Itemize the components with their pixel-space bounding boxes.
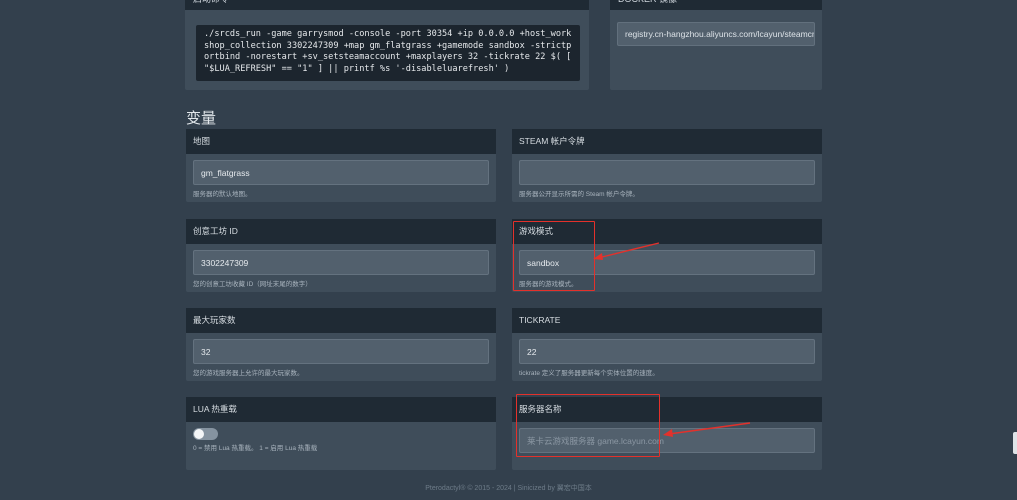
lua-refresh-description: 0 = 禁用 Lua 热重载。 1 = 启用 Lua 热重载 [193, 445, 318, 452]
variable-card-workshop-id: 创意工坊 ID 您的创意工坊收藏 ID（网址末尾的数字） [186, 219, 496, 292]
scrollbar-handle[interactable] [1013, 432, 1017, 454]
workshop-id-input[interactable] [193, 250, 489, 275]
variables-title: 变量 [186, 110, 217, 127]
variable-card-lua-refresh: LUA 热重载 0 = 禁用 Lua 热重载。 1 = 启用 Lua 热重载 [186, 397, 496, 470]
steam-token-description: 服务器公开显示所需的 Steam 帐户令牌。 [519, 191, 639, 198]
lua-refresh-toggle[interactable] [193, 428, 218, 440]
steam-token-label: STEAM 帐户令牌 [512, 129, 822, 154]
max-players-input[interactable] [193, 339, 489, 364]
lua-refresh-label: LUA 热重载 [186, 397, 496, 422]
docker-image-label: DOCKER 镜像 [610, 0, 822, 10]
variable-card-tickrate: TICKRATE tickrate 定义了服务器更新每个实体位置的速度。 [512, 308, 822, 381]
server-name-arrow-icon [663, 422, 751, 437]
max-players-description: 您的游戏服务器上允许的最大玩家数。 [193, 370, 304, 377]
gamemode-description: 服务器的游戏模式。 [519, 281, 578, 288]
variable-card-steam-token: STEAM 帐户令牌 服务器公开显示所需的 Steam 帐户令牌。 [512, 129, 822, 202]
workshop-id-description: 您的创意工坊收藏 ID（网址末尾的数字） [193, 281, 312, 288]
server-name-label: 服务器名称 [512, 397, 822, 422]
variable-card-map: 地图 服务器的默认地图。 [186, 129, 496, 202]
tickrate-description: tickrate 定义了服务器更新每个实体位置的速度。 [519, 370, 659, 377]
tickrate-label: TICKRATE [512, 308, 822, 333]
gamemode-input[interactable] [519, 250, 815, 275]
toggle-knob [194, 429, 204, 439]
map-description: 服务器的默认地图。 [193, 191, 252, 198]
max-players-label: 最大玩家数 [186, 308, 496, 333]
variable-card-gamemode: 游戏模式 服务器的游戏模式。 [512, 219, 822, 292]
gamemode-label: 游戏模式 [512, 219, 822, 244]
gamemode-arrow-icon [593, 242, 660, 260]
startup-command-text: ./srcds_run -game garrysmod -console -po… [196, 25, 580, 81]
startup-command-label: 启动命令 [185, 0, 589, 10]
tickrate-input[interactable] [519, 339, 815, 364]
footer-copyright: Pterodactyl® © 2015 - 2024 | Sinicized b… [425, 485, 592, 492]
map-label: 地图 [186, 129, 496, 154]
steam-token-input[interactable] [519, 160, 815, 185]
docker-image-field[interactable]: registry.cn-hangzhou.aliyuncs.com/lcayun… [617, 22, 815, 46]
variable-card-max-players: 最大玩家数 您的游戏服务器上允许的最大玩家数。 [186, 308, 496, 381]
docker-image-panel: DOCKER 镜像 registry.cn-hangzhou.aliyuncs.… [610, 0, 822, 90]
startup-command-panel: 启动命令 ./srcds_run -game garrysmod -consol… [185, 0, 589, 90]
map-input[interactable] [193, 160, 489, 185]
workshop-id-label: 创意工坊 ID [186, 219, 496, 244]
